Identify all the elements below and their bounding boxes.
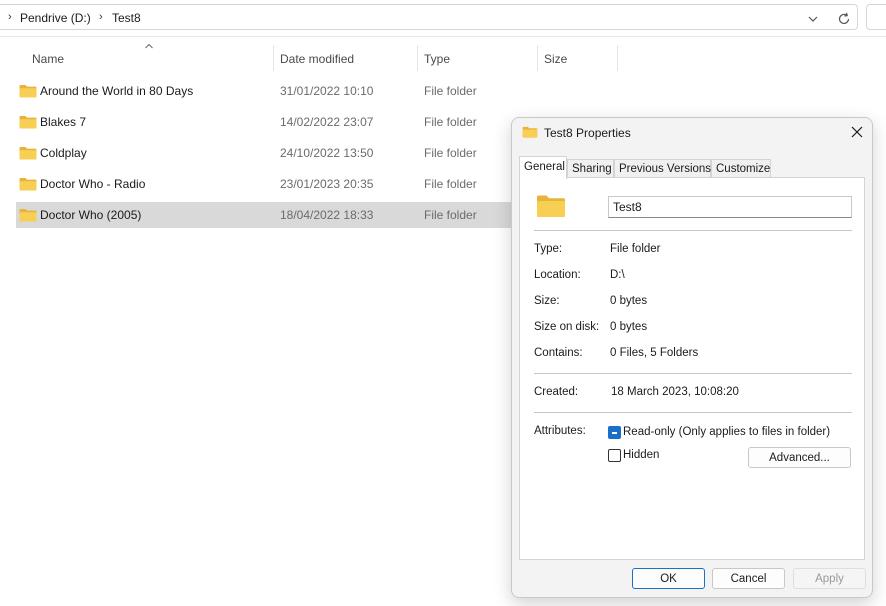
size-label: Size:	[534, 295, 560, 307]
row-date-modified: 23/01/2023 20:35	[280, 177, 374, 191]
contains-value: 0 Files, 5 Folders	[610, 347, 699, 359]
folder-icon	[19, 178, 37, 191]
sort-up-icon	[145, 43, 153, 49]
column-header-size[interactable]: Size	[544, 52, 567, 66]
column-header-name[interactable]: Name	[32, 52, 64, 66]
tab-sharing[interactable]: Sharing	[567, 159, 614, 178]
table-row[interactable]: Around the World in 80 Days 31/01/2022 1…	[16, 78, 616, 104]
tab-general[interactable]: General	[519, 156, 567, 179]
row-type: File folder	[424, 146, 477, 160]
dialog-title: Test8 Properties	[544, 126, 631, 140]
properties-dialog: Test8 Properties General Sharing Previou…	[511, 117, 873, 598]
chevron-right-icon[interactable]: ›	[8, 11, 12, 23]
row-type: File folder	[424, 115, 477, 129]
breadcrumb[interactable]: › Pendrive (D:) › Test8	[0, 4, 858, 30]
location-label: Location:	[534, 269, 581, 281]
folder-icon	[19, 147, 37, 160]
size-on-disk-value: 0 bytes	[610, 321, 648, 333]
folder-name-input[interactable]	[608, 196, 852, 218]
contains-label: Contains:	[534, 347, 583, 359]
row-name: Around the World in 80 Days	[40, 84, 194, 98]
attributes-label: Attributes:	[534, 425, 586, 437]
divider	[534, 230, 852, 231]
apply-button[interactable]: Apply	[793, 568, 866, 589]
tab-previous-versions[interactable]: Previous Versions	[614, 159, 711, 178]
type-label: Type:	[534, 243, 563, 255]
close-icon[interactable]	[850, 125, 864, 139]
folder-icon	[537, 195, 565, 217]
chevron-right-icon[interactable]: ›	[99, 11, 103, 23]
row-type: File folder	[424, 177, 477, 191]
tab-customize[interactable]: Customize	[711, 159, 771, 178]
row-date-modified: 31/01/2022 10:10	[280, 84, 374, 98]
type-value: File folder	[610, 243, 661, 255]
cancel-button[interactable]: Cancel	[712, 568, 785, 589]
search-box[interactable]	[866, 4, 886, 30]
chevron-down-icon[interactable]	[806, 13, 820, 25]
folder-icon	[19, 209, 37, 222]
size-on-disk-label: Size on disk:	[534, 321, 600, 333]
column-separator[interactable]	[617, 45, 618, 71]
created-value: 18 March 2023, 10:08:20	[611, 386, 739, 398]
column-header-date-modified[interactable]: Date modified	[280, 52, 354, 66]
hidden-label[interactable]: Hidden	[623, 449, 659, 461]
column-separator[interactable]	[537, 45, 538, 71]
row-date-modified: 18/04/2022 18:33	[280, 208, 374, 222]
row-date-modified: 14/02/2022 23:07	[280, 115, 374, 129]
advanced-button[interactable]: Advanced...	[748, 447, 851, 468]
column-separator[interactable]	[273, 45, 274, 71]
row-name: Doctor Who (2005)	[40, 208, 142, 222]
row-type: File folder	[424, 208, 477, 222]
column-separator[interactable]	[417, 45, 418, 71]
divider	[534, 412, 852, 413]
folder-icon	[19, 85, 37, 98]
row-type: File folder	[424, 84, 477, 98]
folder-icon	[19, 116, 37, 129]
refresh-icon[interactable]	[836, 11, 852, 27]
size-value: 0 bytes	[610, 295, 648, 307]
readonly-label[interactable]: Read-only (Only applies to files in fold…	[623, 426, 830, 438]
breadcrumb-pendrive[interactable]: Pendrive (D:)	[20, 11, 91, 25]
created-label: Created:	[534, 386, 579, 398]
location-value: D:\	[610, 269, 625, 281]
row-name: Doctor Who - Radio	[40, 177, 146, 191]
breadcrumb-test8[interactable]: Test8	[112, 11, 141, 25]
row-date-modified: 24/10/2022 13:50	[280, 146, 374, 160]
readonly-checkbox[interactable]	[608, 426, 621, 439]
column-header-type[interactable]: Type	[424, 52, 450, 66]
general-tab-panel: Type: File folder Location: D:\ Size: 0 …	[519, 177, 865, 560]
folder-icon	[522, 126, 538, 138]
row-name: Blakes 7	[40, 115, 87, 129]
address-bar: › Pendrive (D:) › Test8	[0, 0, 886, 37]
divider	[534, 373, 852, 374]
hidden-checkbox[interactable]	[608, 449, 621, 462]
row-name: Coldplay	[40, 146, 87, 160]
ok-button[interactable]: OK	[632, 568, 705, 589]
